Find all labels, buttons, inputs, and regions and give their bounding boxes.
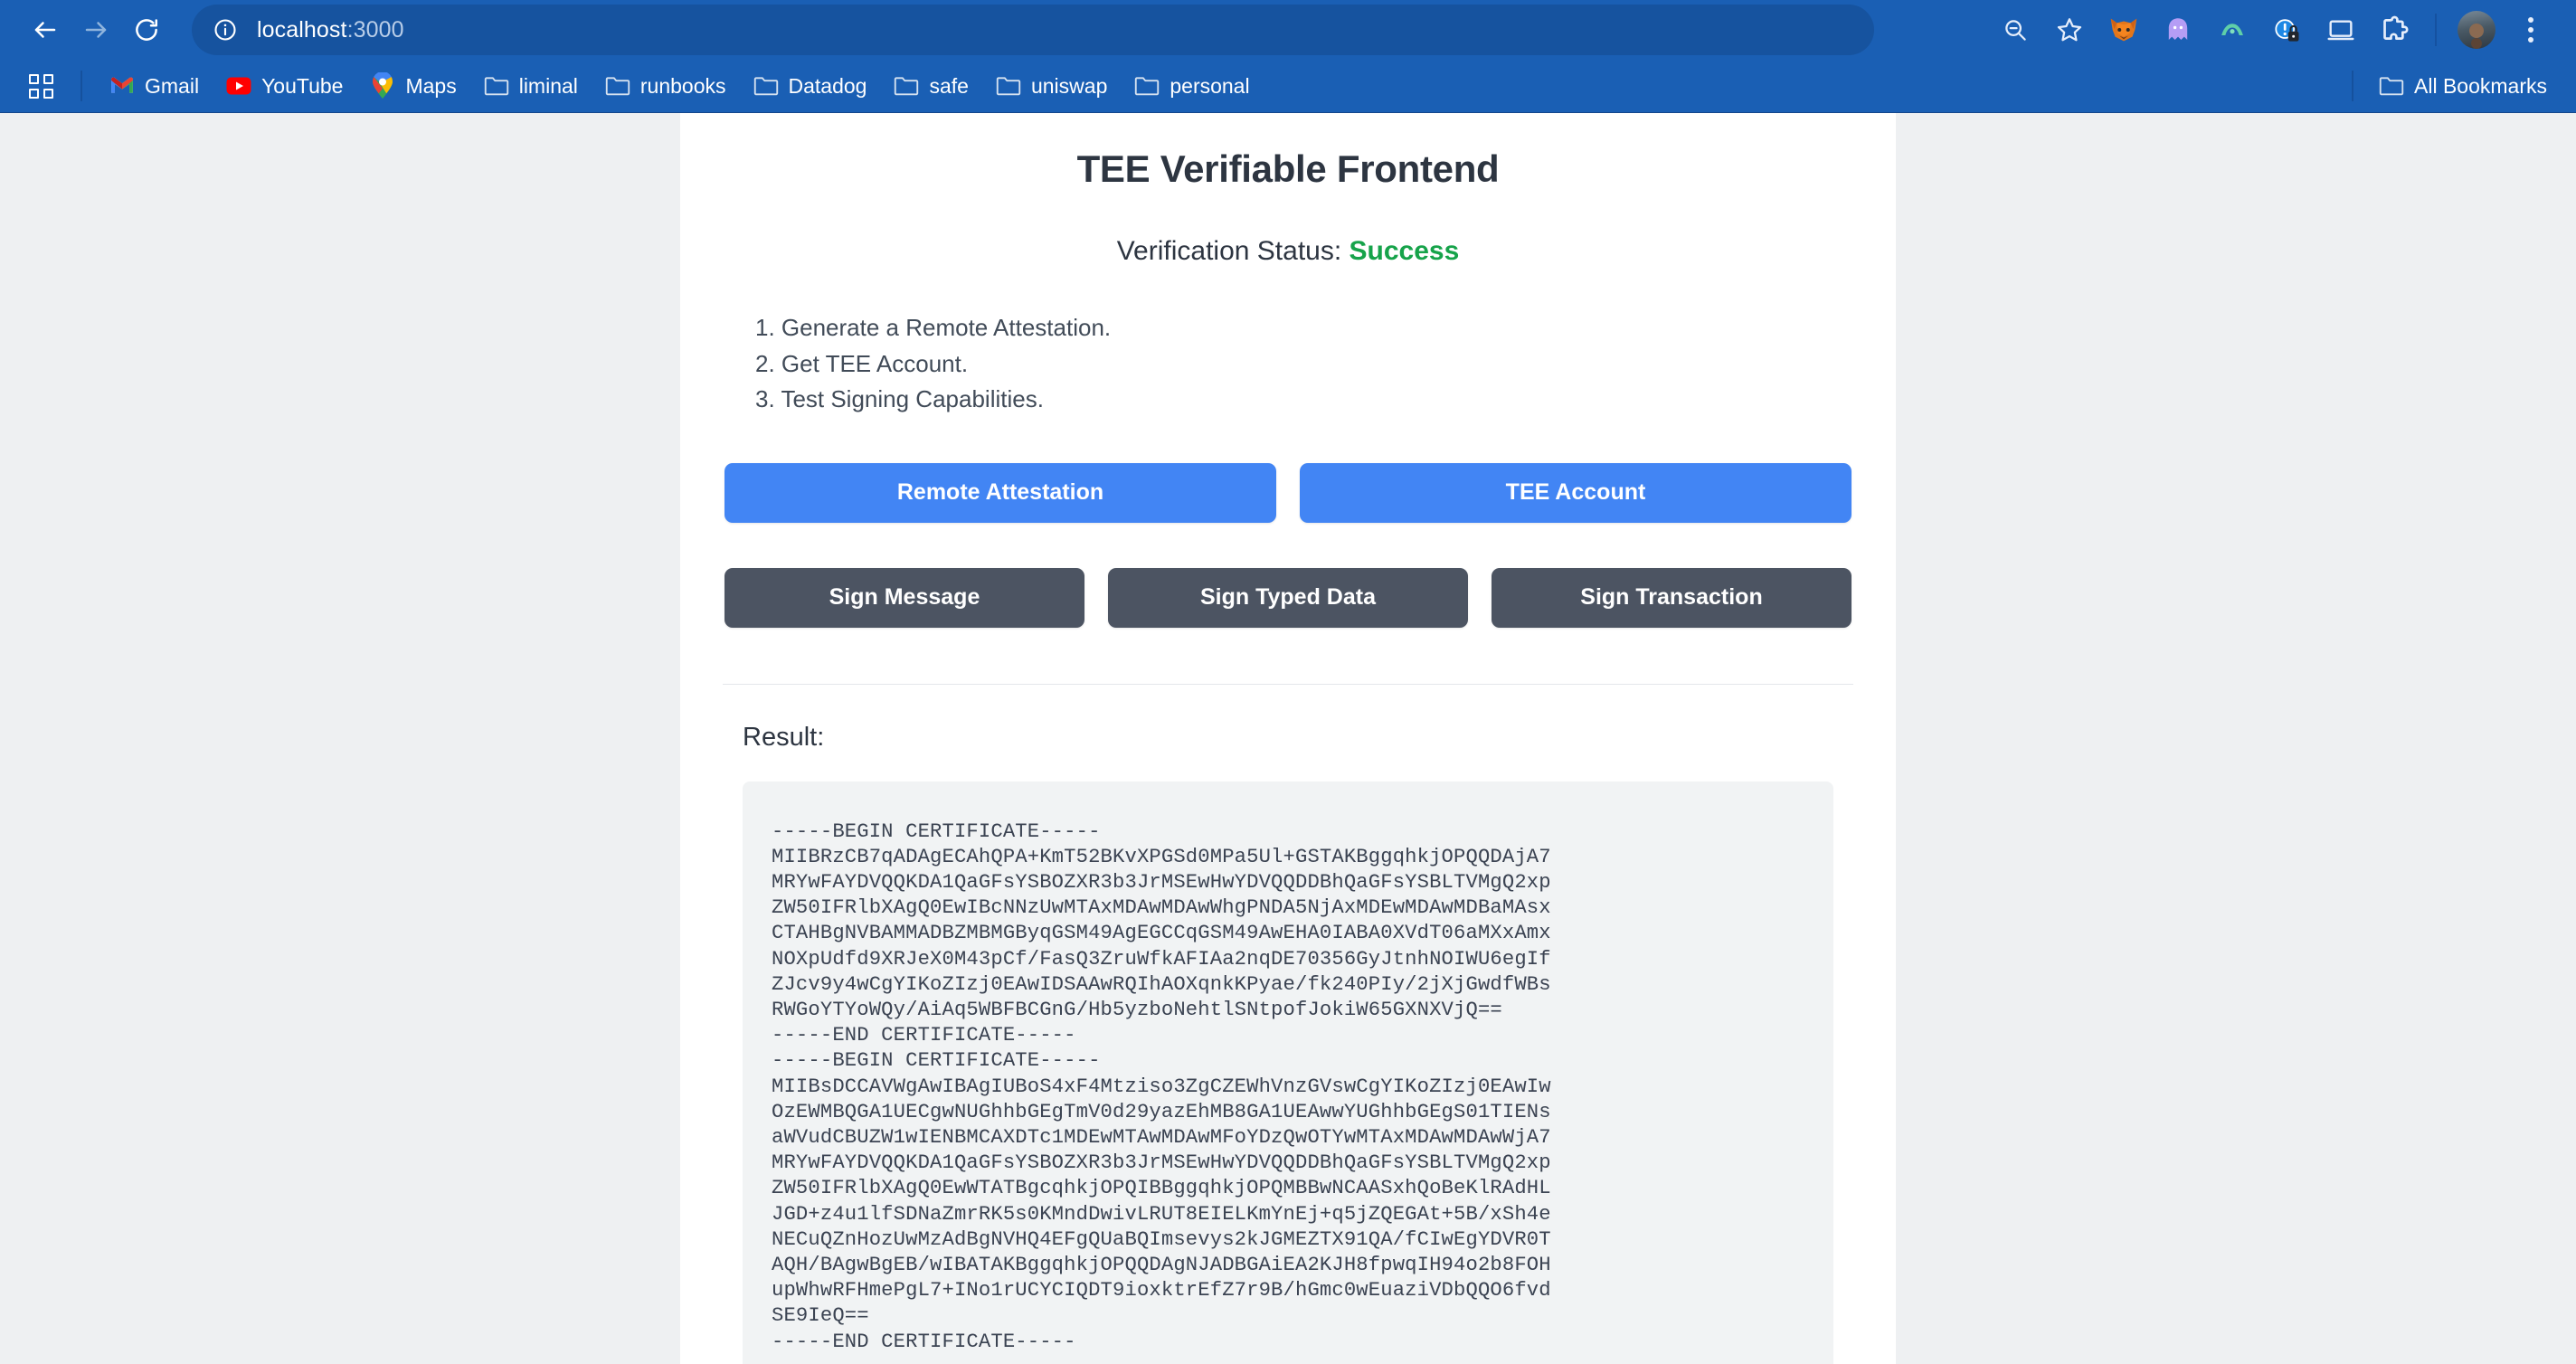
- bookmark-label: runbooks: [639, 73, 726, 98]
- url-port: :3000: [346, 16, 404, 43]
- forward-button[interactable]: [71, 5, 121, 55]
- folder-icon: [2379, 73, 2404, 99]
- app-container: TEE Verifiable Frontend Verification Sta…: [680, 113, 1896, 1364]
- toolbar-divider: [2435, 14, 2437, 46]
- bookmark-label: Gmail: [145, 73, 200, 98]
- browser-window: localhost:3000 Gmail YouTube Maps limina…: [0, 0, 2576, 1364]
- bookmark-label: liminal: [518, 73, 578, 98]
- bookmark-folder-liminal[interactable]: liminal: [471, 67, 591, 105]
- youtube-icon: [226, 73, 251, 99]
- bookmark-label: Datadog: [788, 73, 867, 98]
- page-viewport: TEE Verifiable Frontend Verification Sta…: [0, 112, 2576, 1364]
- signing-button-row: Sign Message Sign Typed Data Sign Transa…: [723, 567, 1853, 628]
- bookmark-folder-personal[interactable]: personal: [1122, 67, 1262, 105]
- tee-account-button[interactable]: TEE Account: [1300, 462, 1852, 523]
- reload-icon: [136, 19, 158, 41]
- result-output-box[interactable]: -----BEGIN CERTIFICATE----- MIIBRzCB7qAD…: [743, 781, 1833, 1364]
- primary-button-row: Remote Attestation TEE Account: [723, 462, 1853, 523]
- app-inner: TEE Verifiable Frontend Verification Sta…: [723, 113, 1853, 1364]
- ghost-extension-icon[interactable]: [2153, 5, 2203, 55]
- reload-button[interactable]: [121, 5, 172, 55]
- steps-list: 1. Generate a Remote Attestation. 2. Get…: [755, 310, 1853, 418]
- sign-message-button[interactable]: Sign Message: [724, 567, 1084, 628]
- bookmark-label: safe: [929, 73, 969, 98]
- back-arrow-icon: [34, 22, 56, 38]
- bookmarks-bar: Gmail YouTube Maps liminal runbooks Data…: [0, 60, 2576, 112]
- url-host: localhost: [257, 16, 347, 43]
- bookmark-item-maps[interactable]: Maps: [357, 67, 469, 105]
- bookmark-item-youtube[interactable]: YouTube: [213, 67, 355, 105]
- maps-pin-icon: [370, 72, 395, 99]
- bookmark-label: personal: [1170, 73, 1250, 98]
- result-label: Result:: [743, 722, 825, 752]
- verification-status: Verification Status: Success: [723, 236, 1853, 267]
- page-title: TEE Verifiable Frontend: [1076, 147, 1500, 190]
- bookmark-item-gmail[interactable]: Gmail: [97, 67, 212, 105]
- profile-avatar[interactable]: [2451, 5, 2502, 55]
- list-item: 2. Get TEE Account.: [755, 349, 969, 377]
- site-info-icon[interactable]: [210, 14, 241, 45]
- address-bar[interactable]: localhost:3000: [192, 5, 1874, 55]
- sign-typed-data-button[interactable]: Sign Typed Data: [1108, 567, 1468, 628]
- chrome-menu-kebab-icon[interactable]: [2505, 5, 2556, 55]
- browser-toolbar: localhost:3000: [0, 0, 2576, 60]
- bookmark-folder-runbooks[interactable]: runbooks: [592, 67, 739, 105]
- all-bookmarks-button[interactable]: All Bookmarks: [2366, 67, 2560, 105]
- folder-icon: [484, 73, 509, 99]
- bookmark-folder-uniswap[interactable]: uniswap: [983, 67, 1120, 105]
- folder-icon: [753, 73, 779, 99]
- sign-transaction-button[interactable]: Sign Transaction: [1492, 567, 1852, 628]
- status-badge: Success: [1349, 236, 1460, 266]
- bookmark-label: Maps: [405, 73, 457, 98]
- privacy-lock-extension-icon[interactable]: [2261, 5, 2312, 55]
- list-item: 3. Test Signing Capabilities.: [755, 385, 1044, 413]
- bookmark-folder-datadog[interactable]: Datadog: [741, 67, 880, 105]
- address-bar-url: localhost:3000: [257, 17, 404, 43]
- bookmark-folder-safe[interactable]: safe: [881, 67, 980, 105]
- folder-icon: [996, 73, 1021, 99]
- gmail-icon: [109, 73, 135, 99]
- verification-status-label: Verification Status:: [1116, 236, 1342, 266]
- apps-shortcut-button[interactable]: [16, 68, 66, 105]
- list-item: 1. Generate a Remote Attestation.: [755, 314, 1112, 341]
- bookmarks-overflow: All Bookmarks: [2339, 67, 2560, 105]
- folder-icon: [894, 73, 919, 99]
- folder-icon: [605, 73, 630, 99]
- rabby-extension-icon[interactable]: [2207, 5, 2258, 55]
- bookmark-label: uniswap: [1030, 73, 1108, 98]
- extensions-puzzle-icon[interactable]: [2370, 5, 2420, 55]
- attestation-certificates: -----BEGIN CERTIFICATE----- MIIBRzCB7qAD…: [772, 819, 1551, 1353]
- bookmark-label: YouTube: [261, 73, 344, 98]
- toolbar-actions: [1990, 5, 2556, 55]
- folder-icon: [1134, 73, 1160, 99]
- bookmarks-divider: [80, 71, 82, 101]
- bookmark-star-icon[interactable]: [2044, 5, 2095, 55]
- all-bookmarks-label: All Bookmarks: [2414, 73, 2547, 98]
- bookmarks-divider: [2352, 71, 2354, 101]
- screencast-icon[interactable]: [2316, 5, 2366, 55]
- apps-grid-icon: [29, 73, 53, 99]
- attestation-hex-quote: 0x0400030081000000ad9fcdb3fdab23d5f4ab38…: [743, 1355, 1833, 1364]
- metamask-fox-extension-icon[interactable]: [2098, 5, 2149, 55]
- forward-arrow-icon: [85, 22, 107, 38]
- remote-attestation-button[interactable]: Remote Attestation: [724, 462, 1276, 523]
- back-button[interactable]: [20, 5, 71, 55]
- avatar: [2458, 11, 2496, 49]
- zoom-out-icon[interactable]: [1990, 5, 2041, 55]
